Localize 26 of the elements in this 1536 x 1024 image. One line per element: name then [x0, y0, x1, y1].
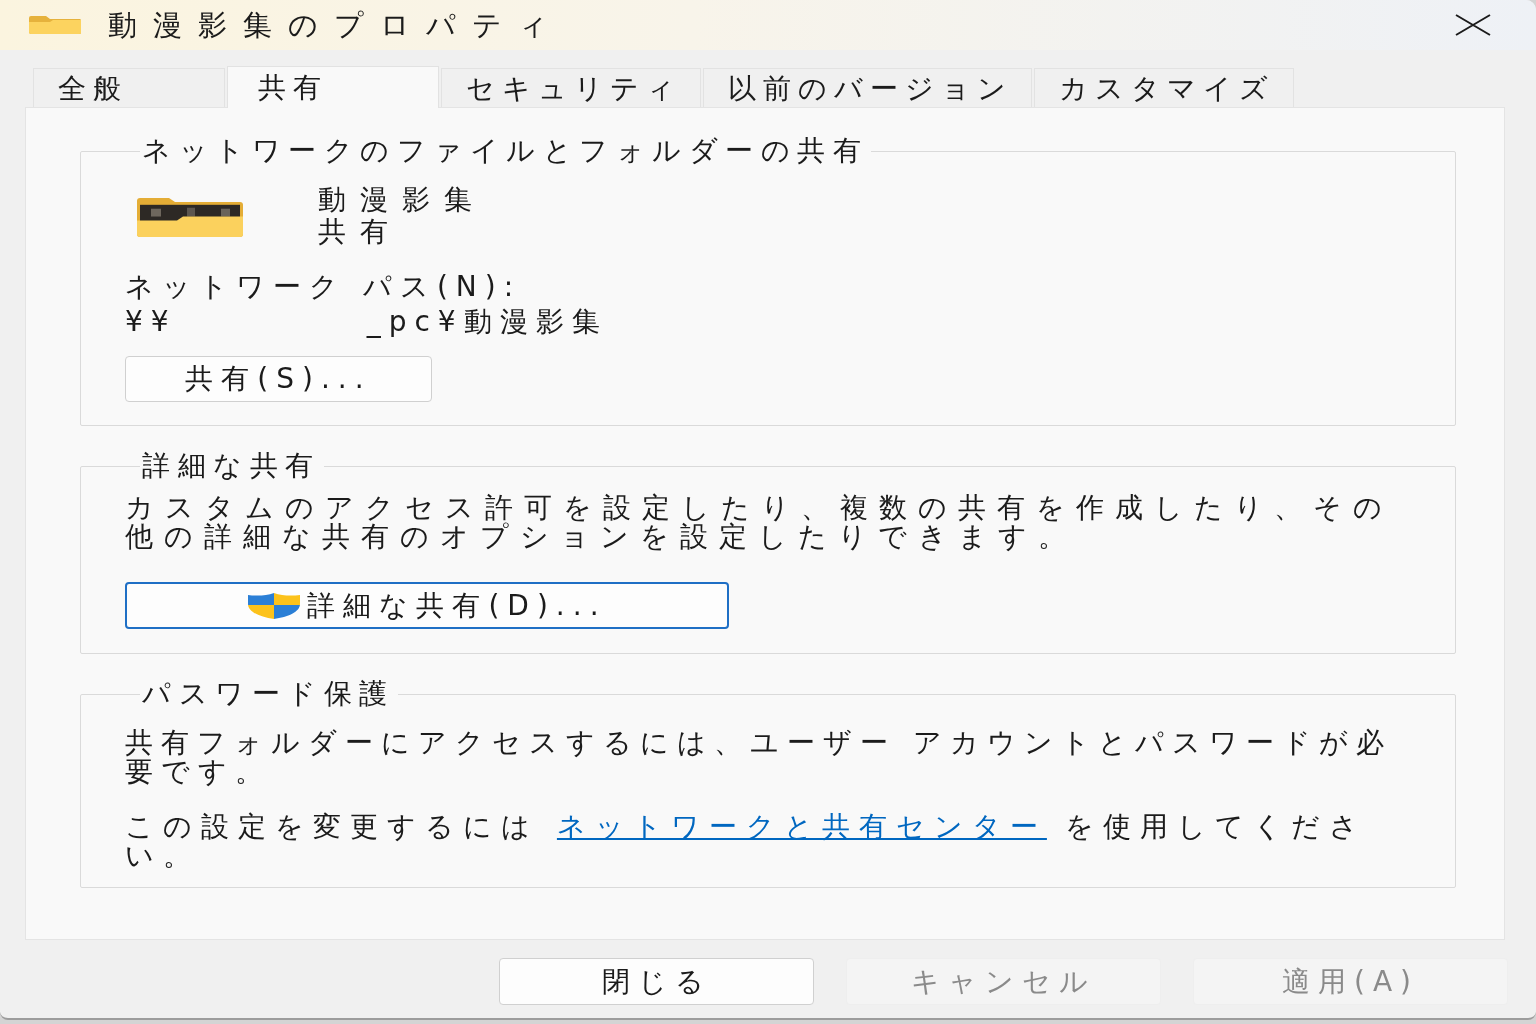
close-icon: [1454, 14, 1492, 36]
folder-icon: [28, 15, 82, 35]
description-text: カスタムのアクセス許可を設定したり、複数の共有を作成したり、その他の詳細な共有のオプションを設定したりできます。: [125, 493, 1394, 551]
share-status: 共有: [318, 216, 403, 248]
network-path-text: _pc¥動漫影集: [366, 307, 608, 337]
instruction-text: この設定を変更するには ネットワークと共有センター を使用してください。: [125, 812, 1368, 870]
sharing-center-link[interactable]: ネットワークと共有センター: [556, 810, 1047, 843]
path-label: ネットワーク パス(N):: [125, 272, 523, 302]
shield-icon: [247, 591, 302, 620]
tab[interactable]: 以前のバージョン: [703, 68, 1032, 107]
folder-icon: [135, 197, 245, 238]
tab[interactable]: セキュリティ: [441, 68, 701, 107]
tab[interactable]: 共有: [227, 66, 439, 108]
tab[interactable]: 全般: [33, 68, 225, 107]
advanced-sharing-button[interactable]: 詳細な共有(D)...: [125, 582, 729, 629]
group-title: 詳細な共有: [141, 451, 322, 481]
network-path-text: ¥¥: [125, 307, 177, 337]
description-text: 共有フォルダーにアクセスするには、ユーザー アカウントとパスワードが必要です。: [125, 728, 1393, 786]
folder-name: 動漫影集: [318, 184, 486, 216]
share-button[interactable]: 共有(S)...: [125, 356, 432, 402]
dialog-button[interactable]: 閉じる: [499, 958, 814, 1005]
close-button[interactable]: [1454, 14, 1492, 36]
tab[interactable]: カスタマイズ: [1034, 68, 1294, 107]
group-title: パスワード保護: [141, 679, 396, 709]
window-title: 動漫影集のプロパティ: [108, 9, 564, 41]
group-title: ネットワークのファイルとフォルダーの共有: [141, 136, 869, 166]
